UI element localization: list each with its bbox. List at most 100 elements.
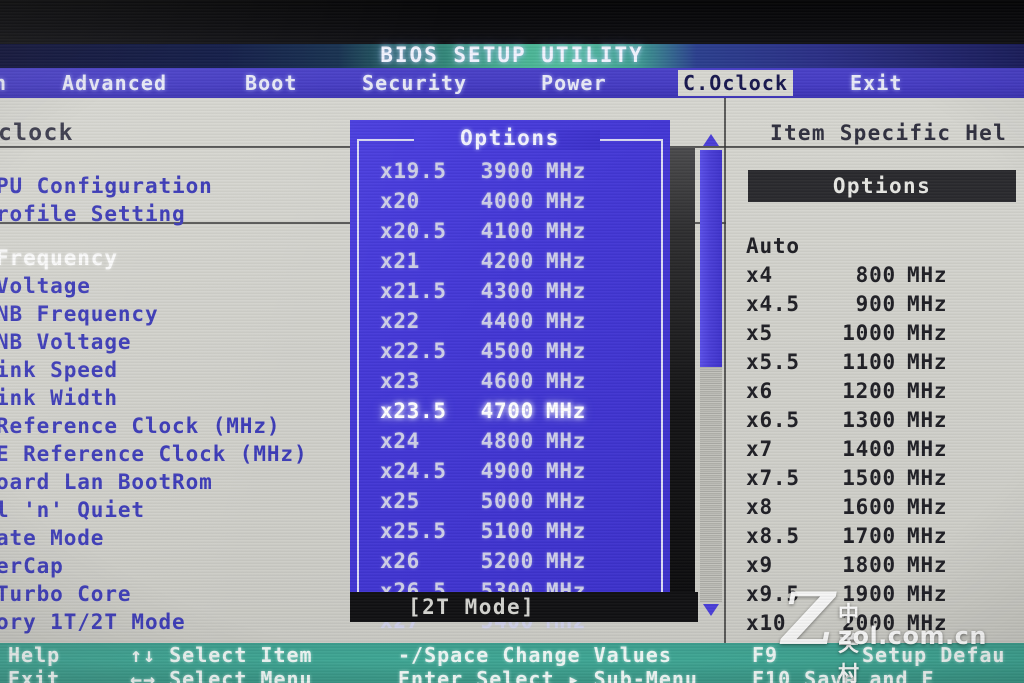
help-option-unit: MHz <box>907 350 948 374</box>
help-option-row: x5.5 1100 MHz <box>746 348 1024 377</box>
dialog-option-row[interactable]: x20 4000 MHz <box>380 186 650 216</box>
help-option-unit: MHz <box>907 466 948 490</box>
setting-item[interactable]: E Reference Clock (MHz) <box>0 440 346 468</box>
option-unit: MHz <box>546 399 587 423</box>
menu-tab-exit[interactable]: Exit <box>850 70 903 96</box>
bios-screen: BIOS SETUP UTILITY n Advanced Boot Security… <box>0 0 1024 683</box>
dialog-option-row[interactable]: x25 5000 MHz <box>380 486 650 516</box>
dialog-option-row[interactable]: x24 4800 MHz <box>380 426 650 456</box>
status-row-2: Exit ←→ Select Menu Enter Select ▸ Sub-Men… <box>0 668 1024 683</box>
option-frequency: 5200 <box>480 549 534 573</box>
menu-tab-c-oclock[interactable]: C.Oclock <box>678 70 794 96</box>
option-multiplier: x25 <box>380 489 421 513</box>
help-option-multiplier: x6 <box>746 379 773 403</box>
setting-item[interactable]: NB Frequency <box>0 300 346 328</box>
option-multiplier: x24.5 <box>380 459 447 483</box>
setting-item[interactable]: ate Mode <box>0 524 346 552</box>
help-option-frequency: 1100 <box>842 350 896 374</box>
options-dialog[interactable]: Options x19.5 3900 MHz x20 4000 MHz x20.5 4100 M… <box>350 120 670 633</box>
scroll-up-arrow-icon[interactable] <box>703 134 719 146</box>
divider-help <box>724 146 1024 148</box>
help-option-row: x8.5 1700 MHz <box>746 522 1024 551</box>
help-option-frequency: 1000 <box>842 321 896 345</box>
help-option-unit: MHz <box>907 582 948 606</box>
status-hint: Enter Select ▸ Sub-Menu <box>398 667 698 683</box>
setting-item[interactable]: ink Speed <box>0 356 346 384</box>
monitor-bezel-top <box>0 0 1024 46</box>
dialog-option-row[interactable]: x19.5 3900 MHz <box>380 156 650 186</box>
option-multiplier: x21.5 <box>380 279 447 303</box>
help-option-frequency: 1400 <box>842 437 896 461</box>
setting-item[interactable]: NB Voltage <box>0 328 346 356</box>
setting-item[interactable]: l 'n' Quiet <box>0 496 346 524</box>
setting-item[interactable]: ory 1T/2T Mode <box>0 608 346 636</box>
scroll-down-arrow-icon[interactable] <box>703 604 719 616</box>
setting-item[interactable]: Reference Clock (MHz) <box>0 412 346 440</box>
help-option-multiplier: x4.5 <box>746 292 800 316</box>
help-option-frequency: 800 <box>855 263 896 287</box>
help-option-unit: MHz <box>907 524 948 548</box>
option-unit: MHz <box>546 369 587 393</box>
option-multiplier: x24 <box>380 429 421 453</box>
dialog-option-row[interactable]: x24.5 4900 MHz <box>380 456 650 486</box>
dialog-option-row[interactable]: x20.5 4100 MHz <box>380 216 650 246</box>
setting-item[interactable]: Turbo Core <box>0 580 346 608</box>
menu-tab-advanced[interactable]: Advanced <box>62 70 167 96</box>
option-unit: MHz <box>546 489 587 513</box>
help-option-multiplier: x7 <box>746 437 773 461</box>
settings-list[interactable]: PU Configuration rofile Setting Frequency V… <box>0 172 346 636</box>
option-frequency: 4400 <box>480 309 534 333</box>
help-option-unit: MHz <box>907 379 948 403</box>
help-option-unit <box>896 234 907 258</box>
option-multiplier: x20 <box>380 189 421 213</box>
menu-tab-power[interactable]: Power <box>541 70 607 96</box>
dialog-option-row[interactable]: x25.5 5100 MHz <box>380 516 650 546</box>
option-unit: MHz <box>546 519 587 543</box>
help-option-frequency: 1600 <box>842 495 896 519</box>
option-frequency: 4600 <box>480 369 534 393</box>
option-unit: MHz <box>546 279 587 303</box>
menu-tab-n[interactable]: n <box>0 70 7 96</box>
dialog-option-row[interactable]: x21 4200 MHz <box>380 246 650 276</box>
option-frequency: 4300 <box>480 279 534 303</box>
help-option-row: x8 1600 MHz <box>746 493 1024 522</box>
options-scrollbar[interactable] <box>700 134 722 618</box>
scrollbar-thumb[interactable] <box>700 150 722 367</box>
setting-item[interactable]: ink Width <box>0 384 346 412</box>
dialog-option-row[interactable]: x23.5 4700 MHz <box>380 396 650 426</box>
setting-item[interactable]: Frequency <box>0 244 346 272</box>
dialog-option-row[interactable]: x26 5200 MHz <box>380 546 650 576</box>
dialog-option-row[interactable]: x23 4600 MHz <box>380 366 650 396</box>
current-value-label: [2T Mode] <box>408 595 536 619</box>
dialog-option-row[interactable]: x21.5 4300 MHz <box>380 276 650 306</box>
option-frequency: 5000 <box>480 489 534 513</box>
setting-item[interactable]: oard Lan BootRom <box>0 468 346 496</box>
help-option-multiplier: x5 <box>746 321 773 345</box>
help-option-unit: MHz <box>907 553 948 577</box>
help-panel-header: Item Specific Hel <box>770 121 1008 145</box>
setting-item[interactable]: Voltage <box>0 272 346 300</box>
dialog-option-row[interactable]: x22 4400 MHz <box>380 306 650 336</box>
option-frequency: 3900 <box>480 159 534 183</box>
option-unit: MHz <box>546 249 587 273</box>
setting-item[interactable]: erCap <box>0 552 346 580</box>
help-option-unit: MHz <box>907 292 948 316</box>
submenu-item[interactable]: rofile Setting <box>0 200 346 228</box>
option-unit: MHz <box>546 309 587 333</box>
menu-bar[interactable]: n Advanced Boot Security Power C.Oclock Exit <box>0 68 1024 98</box>
dialog-option-row[interactable]: x22.5 4500 MHz <box>380 336 650 366</box>
dialog-option-list[interactable]: x19.5 3900 MHz x20 4000 MHz x20.5 4100 MHz x21 420… <box>380 156 650 636</box>
help-option-row: x4.5 900 MHz <box>746 290 1024 319</box>
menu-tab-security[interactable]: Security <box>362 70 467 96</box>
status-hint: ↑↓ Select Item <box>130 643 313 667</box>
submenu-item[interactable]: PU Configuration <box>0 172 346 200</box>
option-multiplier: x23.5 <box>380 399 447 423</box>
divider-vertical <box>724 98 726 643</box>
help-options-header-label: Options <box>832 174 932 198</box>
option-frequency: 4100 <box>480 219 534 243</box>
option-frequency: 5100 <box>480 519 534 543</box>
menu-tab-boot[interactable]: Boot <box>245 70 298 96</box>
help-option-multiplier: x5.5 <box>746 350 800 374</box>
zol-logo-icon: Z <box>782 576 835 661</box>
page-title: clock <box>0 120 74 146</box>
